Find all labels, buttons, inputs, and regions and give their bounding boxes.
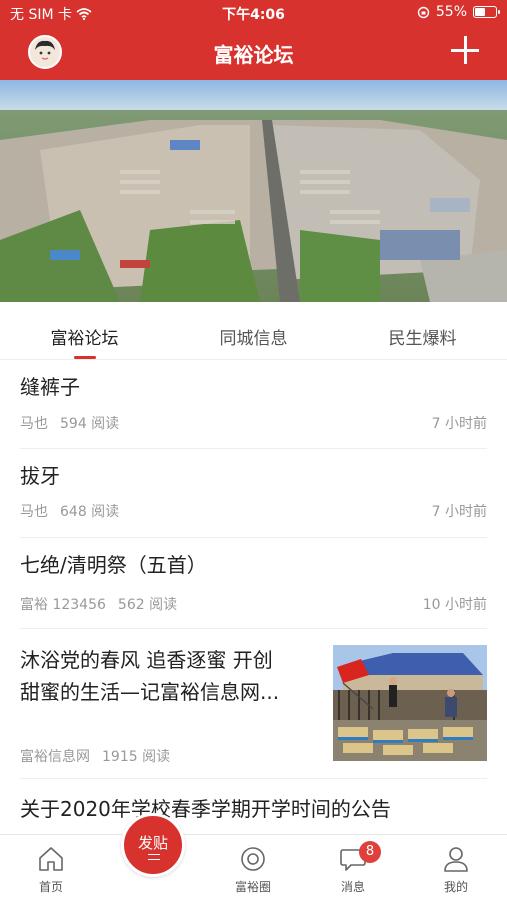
- post-title: 拔牙: [20, 464, 60, 488]
- battery-percent: 55%: [435, 4, 467, 20]
- home-icon: [39, 847, 63, 871]
- post-reads: 1915 阅读: [102, 749, 171, 765]
- list-item[interactable]: 缝裤子 马也 594 阅读 7 小时前: [20, 361, 487, 449]
- battery-icon: [473, 6, 500, 18]
- page-title: 富裕论坛: [213, 43, 294, 67]
- post-time: 10 小时前: [422, 597, 487, 613]
- nav-mine[interactable]: 我的: [406, 835, 506, 900]
- nav-messages[interactable]: 8 消息: [303, 835, 403, 900]
- nav-home[interactable]: 首页: [1, 835, 101, 900]
- nav-circle-label: 富裕圈: [234, 880, 271, 894]
- post-meta: 马也 594 阅读: [20, 413, 119, 433]
- app-screen: 无 SIM 卡 下午4:06 55% 富裕论坛 富裕论坛 同城信息 民生爆料 缝…: [0, 0, 507, 900]
- category-tabs: 富裕论坛 同城信息 民生爆料: [0, 310, 507, 360]
- post-button-label: 发贴: [137, 834, 168, 852]
- nav-messages-label: 消息: [340, 880, 365, 894]
- post-button[interactable]: 发贴: [121, 813, 185, 877]
- tab-local-info[interactable]: 同城信息: [169, 310, 338, 359]
- messages-badge: 8: [359, 841, 381, 863]
- post-author: 马也: [20, 504, 48, 520]
- post-title-line-2: 甜蜜的生活—记富裕信息网...: [20, 680, 280, 704]
- post-reads: 594 阅读: [60, 416, 120, 432]
- thumbnail-photo: [333, 645, 487, 761]
- post-thumbnail: [333, 645, 487, 761]
- post-meta: 富裕信息网 1915 阅读: [20, 746, 170, 766]
- post-bars-icon: [148, 854, 160, 860]
- list-item[interactable]: 沐浴党的春风 追香逐蜜 开创 甜蜜的生活—记富裕信息网... 富裕信息网 191…: [20, 629, 487, 779]
- list-item[interactable]: 拔牙 马也 648 阅读 7 小时前: [20, 449, 487, 538]
- post-reads: 648 阅读: [60, 504, 120, 520]
- post-meta: 马也 648 阅读: [20, 501, 119, 521]
- list-item[interactable]: 七绝/清明祭（五首） 富裕 123456 562 阅读 10 小时前: [20, 538, 487, 629]
- top-bar: 无 SIM 卡 下午4:06 55% 富裕论坛: [0, 0, 507, 80]
- orientation-lock-icon: [417, 6, 430, 18]
- user-icon: [444, 847, 468, 872]
- post-author: 富裕 123456: [20, 597, 106, 613]
- post-list: 缝裤子 马也 594 阅读 7 小时前 拔牙 马也 648 阅读 7 小时前 七…: [0, 361, 507, 839]
- post-author: 马也: [20, 416, 48, 432]
- post-author: 富裕信息网: [20, 749, 90, 765]
- post-title-line-1: 沐浴党的春风 追香逐蜜 开创: [20, 648, 273, 672]
- nav-mine-label: 我的: [443, 880, 468, 894]
- post-reads: 562 阅读: [117, 597, 178, 613]
- tab-livelihood-news[interactable]: 民生爆料: [338, 310, 507, 359]
- status-right: 55%: [417, 4, 500, 20]
- circle-target-icon: [241, 847, 265, 871]
- bottom-nav: 首页 发贴 富裕圈 8 消息 我的: [0, 813, 507, 900]
- battery-level: [475, 8, 485, 16]
- tab-fuyu-forum[interactable]: 富裕论坛: [0, 310, 169, 359]
- banner-image[interactable]: [0, 80, 507, 302]
- list-item[interactable]: 关于2020年学校春季学期开学时间的公告: [20, 779, 487, 839]
- post-title: 七绝/清明祭（五首）: [20, 553, 207, 577]
- nav-fuyu-circle[interactable]: 富裕圈: [203, 835, 303, 900]
- nav-home-label: 首页: [38, 880, 63, 894]
- post-meta: 富裕 123456 562 阅读: [20, 594, 177, 614]
- status-bar: 无 SIM 卡 下午4:06 55%: [0, 0, 507, 26]
- app-header: 富裕论坛: [0, 26, 507, 80]
- post-time: 7 小时前: [431, 416, 487, 432]
- post-title: 缝裤子: [20, 375, 80, 399]
- town-aerial-photo: [0, 80, 507, 302]
- add-button[interactable]: [451, 36, 479, 64]
- post-title: 关于2020年学校春季学期开学时间的公告: [20, 797, 391, 821]
- post-time: 7 小时前: [431, 504, 487, 520]
